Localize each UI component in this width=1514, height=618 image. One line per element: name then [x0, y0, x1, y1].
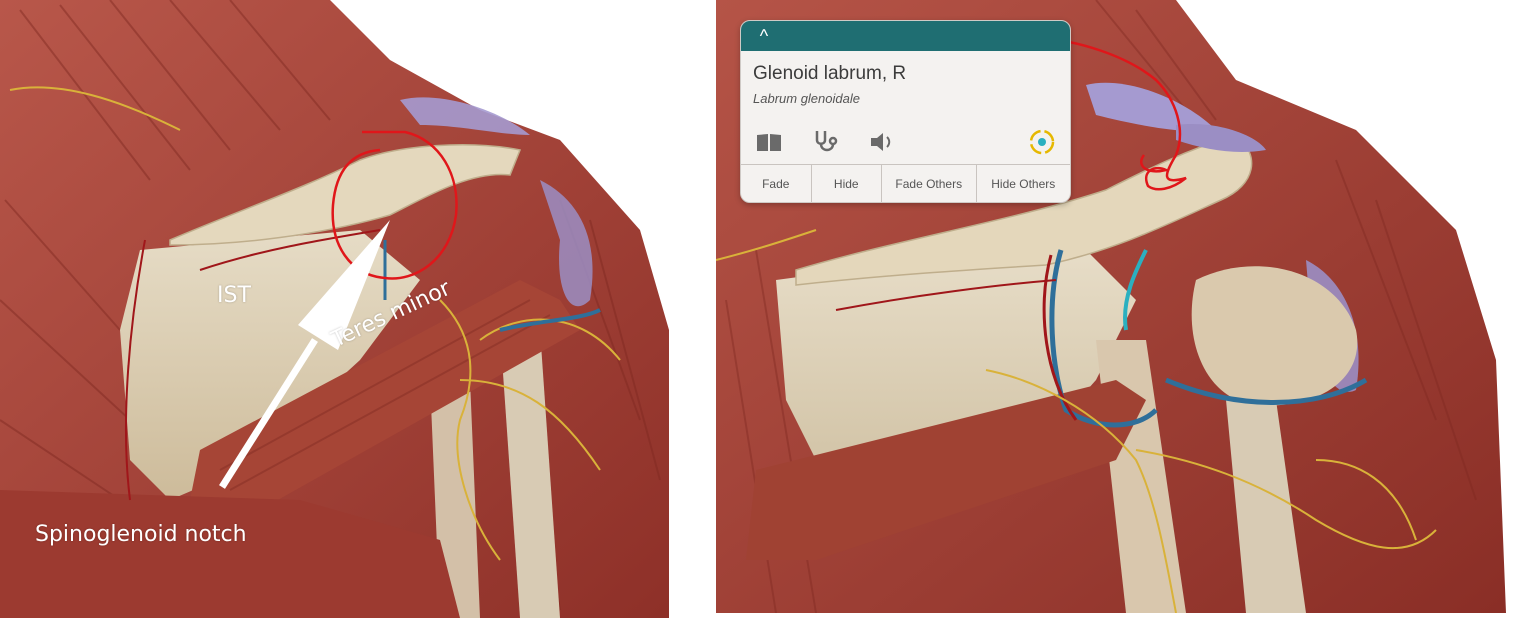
ist-label: IST	[217, 283, 251, 308]
book-icon[interactable]	[753, 126, 785, 158]
left-anatomy-view: IST Teres minor Spinoglenoid notch	[0, 0, 669, 618]
isolate-icon[interactable]	[1026, 126, 1058, 158]
speaker-icon[interactable]	[866, 126, 898, 158]
hide-others-button[interactable]: Hide Others	[977, 165, 1071, 202]
stethoscope-icon[interactable]	[809, 126, 841, 158]
fade-button[interactable]: Fade	[741, 165, 812, 202]
spinoglenoid-notch-label: Spinoglenoid notch	[35, 522, 247, 547]
structure-latin-name: Labrum glenoidale	[753, 91, 860, 106]
structure-info-card: ^ Glenoid labrum, R Labrum glenoidale Fa…	[740, 20, 1071, 203]
card-header: ^	[741, 21, 1070, 51]
structure-name: Glenoid labrum, R	[753, 63, 907, 84]
panel-gap	[669, 0, 716, 618]
hide-button[interactable]: Hide	[812, 165, 882, 202]
fade-others-button[interactable]: Fade Others	[882, 165, 977, 202]
collapse-button[interactable]: ^	[753, 25, 775, 47]
card-action-bar: Fade Hide Fade Others Hide Others	[741, 164, 1071, 202]
